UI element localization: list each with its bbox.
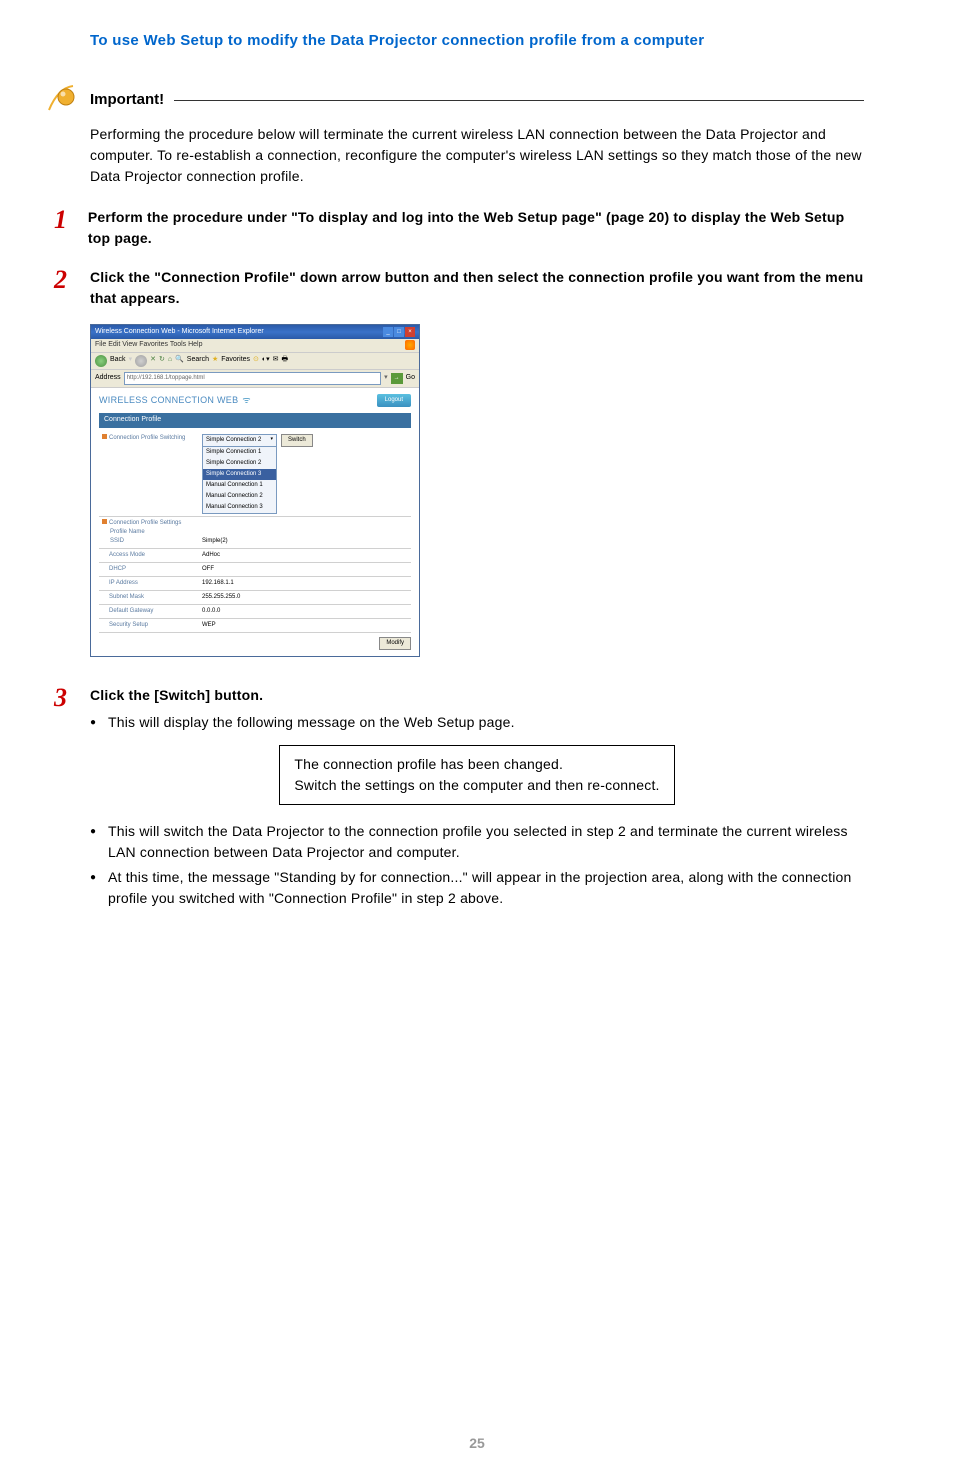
search-icon[interactable]: 🔍: [175, 355, 184, 366]
logout-button[interactable]: Logout: [377, 394, 411, 407]
security-value: WEP: [202, 622, 216, 628]
dropdown-option[interactable]: Manual Connection 3: [203, 502, 276, 513]
access-mode-label: Access Mode: [109, 552, 145, 558]
favorites-icon[interactable]: ★: [212, 355, 218, 366]
bullet-item: This will display the following message …: [90, 712, 864, 733]
maximize-button[interactable]: □: [394, 327, 404, 337]
dropdown-option[interactable]: Manual Connection 2: [203, 491, 276, 502]
home-icon[interactable]: ⌂: [168, 355, 172, 366]
step-1: 1 Perform the procedure under "To displa…: [90, 207, 864, 249]
important-block: Important! Performing the procedure belo…: [90, 83, 864, 187]
menu-items[interactable]: File Edit View Favorites Tools Help: [95, 340, 203, 351]
message-line: The connection profile has been changed.: [294, 754, 659, 775]
profile-name-label: Profile Name: [110, 529, 145, 535]
step-3: 3 Click the [Switch] button. This will d…: [90, 685, 864, 913]
address-label: Address: [95, 373, 121, 384]
subnet-value: 255.255.255.0: [202, 594, 240, 600]
switch-button[interactable]: Switch: [281, 434, 313, 447]
dhcp-label: DHCP: [109, 566, 126, 572]
page-number: 25: [90, 1433, 864, 1454]
step-title: Click the [Switch] button.: [90, 685, 864, 706]
ip-label: IP Address: [109, 580, 138, 586]
important-label: Important!: [90, 89, 164, 112]
section-header: Connection Profile: [99, 413, 411, 428]
go-label: Go: [406, 373, 415, 384]
window-title: Wireless Connection Web - Microsoft Inte…: [95, 327, 264, 338]
ie-logo-icon: [405, 340, 415, 350]
important-icon: [46, 83, 78, 119]
refresh-icon[interactable]: ↻: [159, 355, 165, 366]
switching-label: Connection Profile Switching: [109, 435, 185, 441]
step-title: Perform the procedure under "To display …: [88, 207, 864, 249]
gateway-value: 0.0.0.0: [202, 608, 220, 614]
minimize-button[interactable]: _: [383, 327, 393, 337]
settings-label: Connection Profile Settings: [109, 520, 181, 526]
modify-button[interactable]: Modify: [379, 637, 411, 650]
step-number: 3: [54, 685, 90, 711]
message-box: The connection profile has been changed.…: [279, 745, 674, 805]
step-title: Click the "Connection Profile" down arro…: [90, 267, 864, 309]
step-number: 1: [54, 207, 88, 233]
step-2: 2 Click the "Connection Profile" down ar…: [90, 267, 864, 667]
print-icon[interactable]: 🖶: [282, 355, 289, 366]
stop-icon[interactable]: ✕: [150, 355, 156, 366]
back-label: Back: [110, 355, 126, 366]
profile-dropdown[interactable]: Simple Connection 2 Simple Connection 1 …: [202, 434, 277, 514]
browser-screenshot: Wireless Connection Web - Microsoft Inte…: [90, 324, 864, 657]
bullet-item: At this time, the message "Standing by f…: [90, 867, 864, 909]
dropdown-option[interactable]: Manual Connection 1: [203, 480, 276, 491]
dropdown-option[interactable]: Simple Connection 2: [203, 458, 276, 469]
ip-value: 192.168.1.1: [202, 580, 234, 586]
go-button[interactable]: →: [391, 373, 403, 384]
access-mode-value: AdHoc: [202, 552, 220, 558]
history-icon[interactable]: ⊙: [253, 355, 259, 366]
dropdown-option[interactable]: Simple Connection 1: [203, 447, 276, 458]
menubar[interactable]: File Edit View Favorites Tools Help: [91, 339, 419, 353]
subnet-label: Subnet Mask: [109, 594, 144, 600]
dhcp-value: OFF: [202, 566, 214, 572]
back-icon[interactable]: [95, 355, 107, 367]
wifi-icon: ᯤ: [242, 395, 250, 405]
important-body: Performing the procedure below will term…: [90, 124, 864, 187]
media-icon[interactable]: ◐▾: [262, 355, 270, 366]
window-titlebar: Wireless Connection Web - Microsoft Inte…: [91, 325, 419, 340]
security-label: Security Setup: [109, 622, 148, 628]
mail-icon[interactable]: ✉: [273, 355, 279, 366]
forward-icon[interactable]: [135, 355, 147, 367]
bullet-item: This will switch the Data Projector to t…: [90, 821, 864, 863]
address-input[interactable]: http://192.168.1/toppage.html: [124, 372, 381, 385]
search-label: Search: [187, 355, 209, 366]
section-title: To use Web Setup to modify the Data Proj…: [90, 30, 864, 53]
browser-toolbar: Back ▾ ✕ ↻ ⌂ 🔍 Search ★ Favorites ⊙ ◐▾ ✉…: [91, 353, 419, 370]
divider: [174, 100, 864, 101]
ssid-label: SSID: [110, 538, 124, 544]
address-bar: Address http://192.168.1/toppage.html ▾ …: [91, 370, 419, 388]
gateway-label: Default Gateway: [109, 608, 153, 614]
step-number: 2: [54, 267, 90, 293]
settings-table: Connection Profile Switching Simple Conn…: [99, 432, 411, 633]
close-button[interactable]: ×: [405, 327, 415, 337]
dropdown-option[interactable]: Simple Connection 3: [203, 469, 276, 480]
page-title: WIRELESS CONNECTION WEB: [99, 395, 238, 405]
favorites-label: Favorites: [221, 355, 250, 366]
message-line: Switch the settings on the computer and …: [294, 775, 659, 796]
profile-name-value: Simple(2): [202, 538, 228, 544]
